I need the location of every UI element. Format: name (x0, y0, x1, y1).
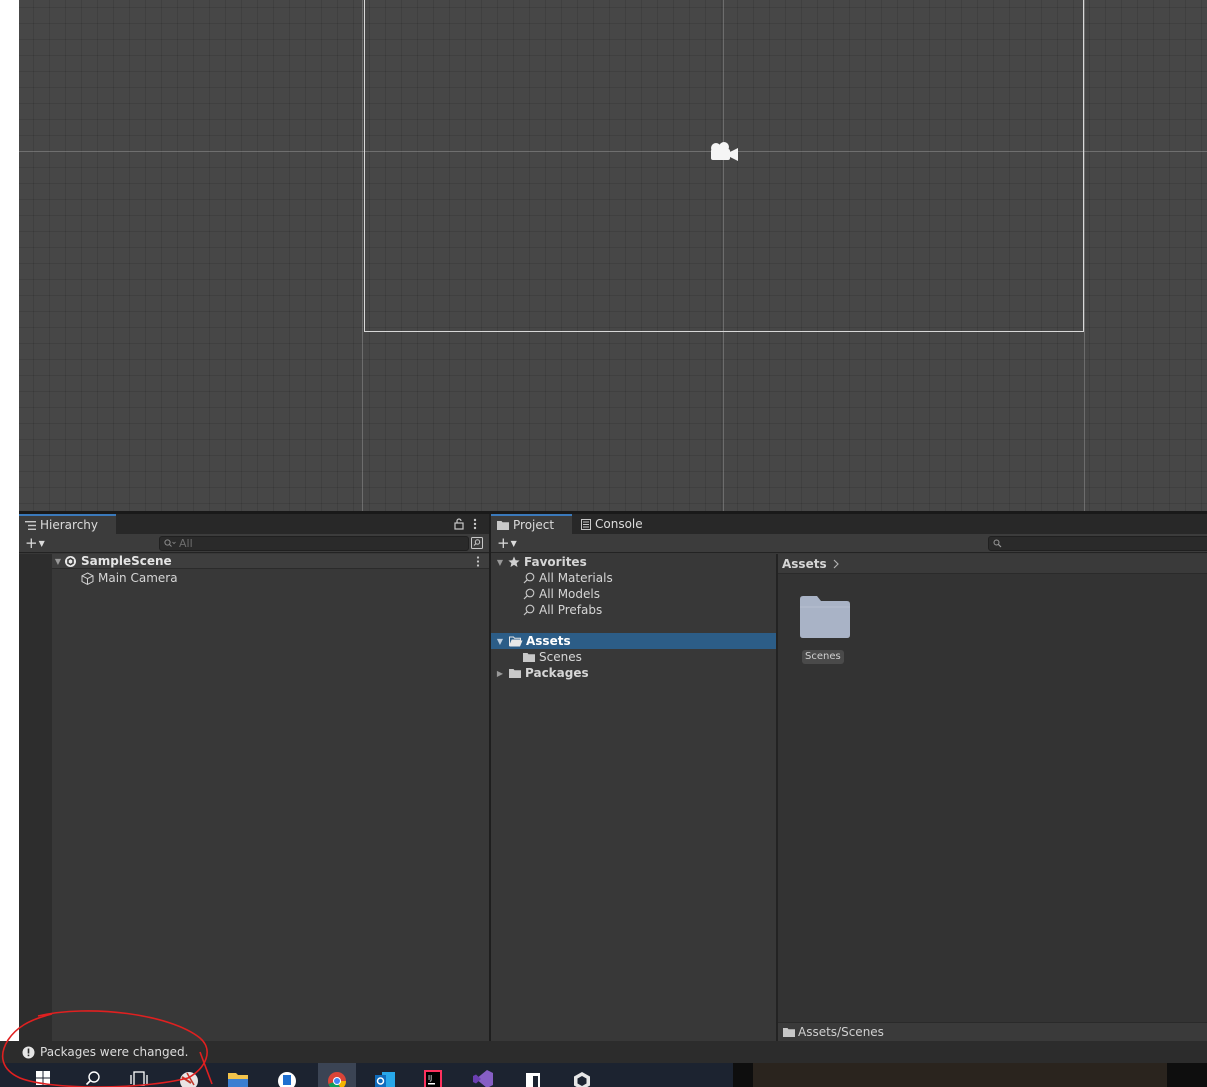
gameobject-cube-icon (81, 571, 94, 585)
windows-taskbar: IJ (0, 1063, 1207, 1087)
chrome-icon[interactable] (326, 1069, 348, 1087)
tab-project-label: Project (513, 518, 555, 532)
tree-item-all-prefabs[interactable]: All Prefabs (491, 602, 777, 618)
search-icon (523, 588, 535, 600)
taskbar-gap (733, 1063, 753, 1087)
favorite-label: All Prefabs (539, 603, 603, 617)
hierarchy-panel: Hierarchy +▼ All ▼ SampleScene Main Came… (19, 514, 489, 1041)
file-explorer-icon[interactable] (227, 1069, 249, 1087)
console-icon (581, 518, 591, 530)
app-icon[interactable] (178, 1069, 200, 1087)
notepad-icon[interactable] (522, 1069, 544, 1087)
tree-item-all-models[interactable]: All Models (491, 586, 777, 602)
breadcrumb: Assets (778, 554, 1207, 574)
search-icon (523, 572, 535, 584)
folder-icon (523, 653, 535, 662)
search-icon (164, 539, 176, 547)
hierarchy-gutter (19, 554, 52, 1041)
expand-triangle-right-icon[interactable]: ▶ (494, 669, 506, 678)
tab-hierarchy-label: Hierarchy (40, 518, 99, 532)
hierarchy-item-main-camera[interactable]: Main Camera (81, 570, 178, 586)
breadcrumb-assets[interactable]: Assets (782, 557, 827, 571)
tree-item-favorites[interactable]: ▼ Favorites (491, 554, 777, 570)
intellij-icon[interactable]: IJ (422, 1069, 444, 1087)
chevron-right-icon[interactable] (833, 559, 839, 569)
search-by-type-icon[interactable] (471, 537, 483, 549)
hierarchy-list-icon (25, 520, 36, 530)
visual-studio-icon[interactable] (472, 1069, 494, 1087)
project-tabbar: Project Console (491, 514, 1207, 534)
hierarchy-toolbar: +▼ All (19, 534, 489, 553)
tree-item-packages[interactable]: ▶ Packages (491, 665, 777, 681)
favorite-label: All Models (539, 587, 600, 601)
search-placeholder: All (179, 537, 193, 550)
favorite-label: All Materials (539, 571, 613, 585)
info-icon (22, 1046, 35, 1058)
tab-project[interactable]: Project (491, 514, 572, 534)
asset-item-label[interactable]: Scenes (802, 650, 844, 664)
folder-icon (509, 669, 521, 678)
project-toolbar: +▼ (491, 534, 1207, 553)
star-icon (508, 556, 520, 567)
scenes-folder-label: Scenes (539, 650, 582, 664)
taskbar-widget-area[interactable] (753, 1063, 1167, 1087)
project-panel: Project Console +▼ ▼ Favorites All Mater… (491, 514, 1207, 1041)
asset-path: Assets/Scenes (798, 1025, 884, 1039)
search-icon (993, 539, 1002, 548)
tree-item-all-materials[interactable]: All Materials (491, 570, 777, 586)
status-bar: Packages were changed. (0, 1041, 1207, 1063)
hierarchy-tabbar: Hierarchy (19, 514, 489, 534)
folder-open-icon (509, 636, 523, 646)
unity-scene-icon (65, 555, 76, 567)
kebab-menu-icon[interactable] (473, 518, 477, 530)
folder-icon (783, 1028, 795, 1037)
scene-row-samplescene[interactable]: ▼ SampleScene (52, 554, 489, 569)
chevron-down-icon: ▼ (38, 538, 45, 548)
tab-hierarchy[interactable]: Hierarchy (19, 514, 116, 534)
project-asset-grid: Assets Scenes Assets/Scenes (778, 554, 1207, 1041)
task-view-icon[interactable] (128, 1069, 150, 1087)
packages-label: Packages (525, 666, 589, 680)
favorites-label: Favorites (524, 555, 587, 569)
status-message[interactable]: Packages were changed. (40, 1045, 188, 1059)
windows-start-icon[interactable] (32, 1069, 54, 1087)
taskbar-tray[interactable] (1167, 1063, 1207, 1087)
tree-item-assets[interactable]: ▼ Assets (491, 633, 777, 649)
scene-name: SampleScene (81, 554, 172, 568)
search-icon (523, 604, 535, 616)
tree-item-scenes[interactable]: Scenes (491, 649, 777, 665)
chevron-down-icon: ▼ (510, 538, 517, 548)
asset-path-bar: Assets/Scenes (778, 1022, 1207, 1041)
scene-grid-line (362, 0, 363, 511)
expand-triangle-icon[interactable]: ▼ (494, 558, 506, 567)
assets-label: Assets (526, 634, 571, 648)
create-button[interactable]: +▼ (25, 535, 45, 552)
camera-gizmo-icon[interactable] (707, 139, 741, 167)
unity-icon[interactable] (571, 1069, 593, 1087)
tab-console-label: Console (595, 517, 643, 531)
expand-triangle-icon[interactable]: ▼ (494, 637, 506, 646)
search-icon[interactable] (82, 1069, 104, 1087)
project-create-button[interactable]: +▼ (497, 535, 517, 552)
app-icon[interactable] (276, 1069, 298, 1087)
folder-icon (497, 521, 509, 530)
scene-menu-icon[interactable] (476, 556, 480, 567)
expand-triangle-icon[interactable]: ▼ (52, 557, 64, 566)
hierarchy-search-input[interactable]: All (159, 536, 469, 551)
project-folder-tree: ▼ Favorites All Materials All Models All… (491, 554, 777, 1041)
project-search-input[interactable] (988, 536, 1207, 551)
tab-console[interactable]: Console (575, 514, 665, 534)
lock-icon[interactable] (454, 518, 464, 530)
left-margin (0, 0, 19, 1041)
outlook-icon[interactable] (374, 1069, 396, 1087)
hierarchy-item-label: Main Camera (98, 571, 178, 585)
folder-large-icon[interactable] (800, 596, 850, 638)
scene-view[interactable] (19, 0, 1207, 511)
scene-grid-line (1084, 0, 1085, 511)
svg-text:IJ: IJ (428, 1074, 432, 1082)
